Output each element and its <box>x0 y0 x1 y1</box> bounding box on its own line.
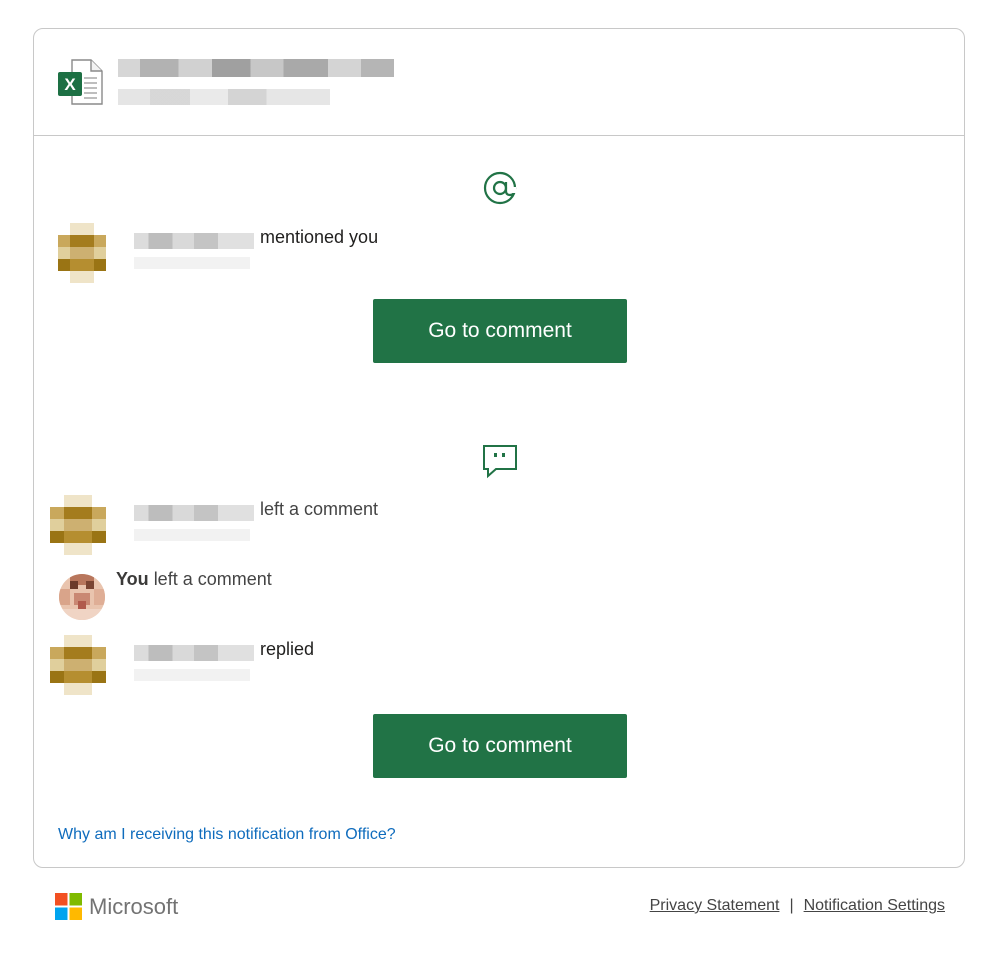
comment-row: replied <box>50 635 750 695</box>
user-name-redacted <box>134 645 254 661</box>
file-location-redacted <box>118 89 330 105</box>
why-notification-link[interactable]: Why am I receiving this notification fro… <box>58 826 396 844</box>
microsoft-logo-icon <box>55 893 82 920</box>
comment-bubble-icon <box>483 445 517 479</box>
user-sub-redacted <box>134 669 250 681</box>
footer-separator: | <box>789 897 794 914</box>
reply-text: replied <box>260 639 315 659</box>
mention-text: mentioned you <box>260 227 379 247</box>
comment-row: You left a comment <box>50 565 750 625</box>
go-to-comment-button[interactable]: Go to comment <box>373 714 627 778</box>
avatar <box>59 574 105 620</box>
go-to-comment-button[interactable]: Go to comment <box>373 299 627 363</box>
excel-file-icon: X <box>58 59 103 105</box>
comment-row: left a comment <box>50 495 750 555</box>
comment-text: left a comment <box>260 499 379 519</box>
you-comment-text: You left a comment <box>116 569 272 590</box>
avatar <box>50 495 106 555</box>
at-sign-icon <box>483 171 517 205</box>
microsoft-brand-text: Microsoft <box>89 894 179 919</box>
card-header: X <box>34 29 964 136</box>
notification-settings-link[interactable]: Notification Settings <box>804 897 945 914</box>
avatar <box>50 635 106 695</box>
user-name-redacted <box>134 233 254 249</box>
mention-row: mentioned you <box>50 223 750 283</box>
user-sub-redacted <box>134 529 250 541</box>
you-comment-action: left a comment <box>153 569 272 589</box>
you-label: You <box>116 569 149 589</box>
avatar <box>58 223 106 283</box>
privacy-statement-link[interactable]: Privacy Statement <box>650 897 780 914</box>
excel-letter: X <box>64 75 76 94</box>
footer-links: Privacy Statement | Notification Settings <box>650 897 945 915</box>
user-name-redacted <box>134 505 254 521</box>
file-title-redacted <box>118 59 394 77</box>
notification-card: X mentioned you Go to comment left a com… <box>33 28 965 868</box>
user-sub-redacted <box>134 257 250 269</box>
footer: Microsoft Privacy Statement | Notification… <box>55 892 945 922</box>
